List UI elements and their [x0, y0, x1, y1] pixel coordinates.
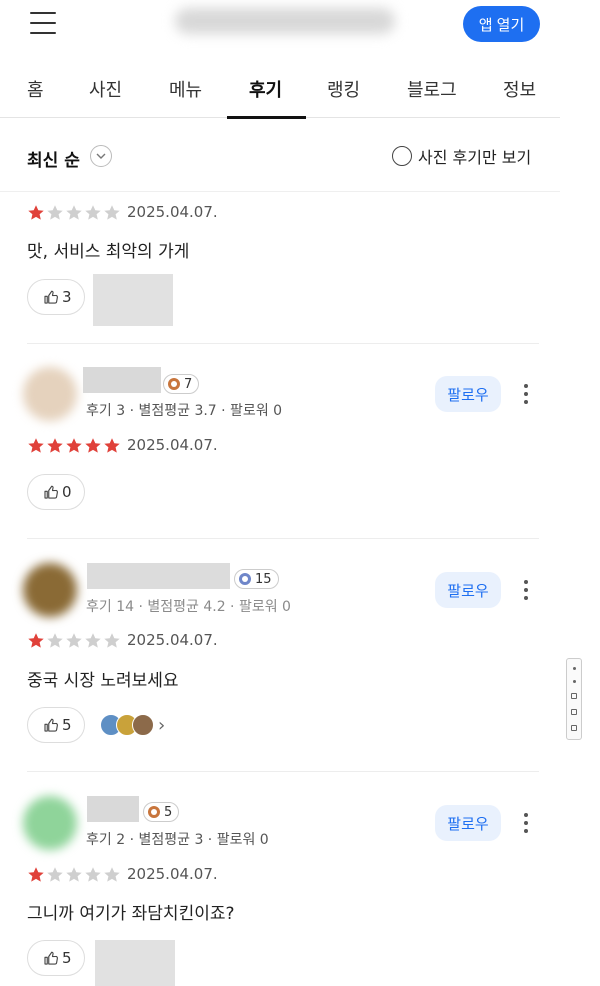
star-empty-icon [66, 205, 82, 220]
photo-only-label: 사진 후기만 보기 [418, 148, 532, 167]
star-empty-icon [66, 867, 82, 882]
star-rating [27, 437, 122, 455]
star-filled-icon [85, 438, 101, 453]
review-text: 중국 시장 노려보세요 [27, 671, 179, 691]
star-empty-icon [85, 867, 101, 882]
tab-home[interactable]: 홈 [27, 76, 44, 102]
thumbs-up-icon [44, 718, 58, 732]
star-empty-icon [104, 633, 120, 648]
level-badge: 15 [234, 569, 279, 589]
star-empty-icon [47, 205, 63, 220]
review-date: 2025.04.07. [127, 436, 218, 454]
level-number: 7 [184, 376, 193, 392]
divider [27, 771, 539, 772]
liker-avatar [132, 714, 154, 736]
tab-bar: 홈 사진 메뉴 후기 랭킹 블로그 정보 [0, 62, 560, 119]
star-filled-icon [104, 438, 120, 453]
star-filled-icon [28, 205, 44, 220]
review-text: 그니까 여기가 좌담치킨이죠? [27, 904, 235, 924]
chevron-down-icon[interactable] [90, 145, 112, 167]
top-app-bar: 앱 열기 [0, 0, 560, 48]
like-count: 0 [62, 483, 72, 501]
follow-button[interactable]: 팔로우 [435, 572, 501, 608]
star-filled-icon [28, 438, 44, 453]
photo-only-toggle[interactable]: 사진 후기만 보기 [392, 145, 531, 167]
sort-label[interactable]: 최신 순 [27, 146, 80, 171]
divider [27, 343, 539, 344]
blurred-username[interactable] [87, 796, 139, 822]
avatar[interactable] [23, 367, 77, 421]
thumbs-up-icon [44, 290, 58, 304]
level-number: 5 [164, 804, 173, 820]
like-count: 5 [62, 716, 72, 734]
review-photo[interactable] [93, 274, 173, 326]
radio-icon[interactable] [392, 146, 412, 166]
star-empty-icon [104, 867, 120, 882]
divider [27, 538, 539, 539]
star-rating [27, 866, 122, 884]
star-empty-icon [47, 867, 63, 882]
review-date: 2025.04.07. [127, 203, 218, 221]
star-rating [27, 204, 122, 222]
tab-info[interactable]: 정보 [503, 76, 536, 102]
tab-reviews[interactable]: 후기 [249, 76, 282, 102]
follow-button[interactable]: 팔로우 [435, 805, 501, 841]
tab-menu[interactable]: 메뉴 [169, 76, 202, 102]
reviewer-stats: 후기 2 · 별점평균 3 · 팔로워 0 [86, 832, 269, 848]
avatar[interactable] [23, 796, 77, 850]
level-number: 15 [255, 571, 272, 587]
review-photo[interactable] [95, 940, 175, 986]
tab-blog[interactable]: 블로그 [407, 76, 457, 102]
open-app-button[interactable]: 앱 열기 [463, 6, 540, 42]
star-empty-icon [104, 205, 120, 220]
active-tab-indicator [227, 116, 306, 119]
star-filled-icon [28, 633, 44, 648]
like-button[interactable]: 5 [27, 940, 85, 976]
chevron-right-icon[interactable]: › [158, 715, 165, 736]
level-badge: 5 [143, 802, 180, 822]
star-empty-icon [85, 205, 101, 220]
thumbs-up-icon [44, 951, 58, 965]
star-empty-icon [66, 633, 82, 648]
avatar[interactable] [23, 563, 77, 617]
menu-icon[interactable] [30, 12, 56, 34]
floating-toolbar[interactable] [566, 658, 582, 740]
sort-bar: 최신 순 사진 후기만 보기 [0, 120, 560, 192]
level-badge: 7 [163, 374, 200, 394]
like-count: 5 [62, 949, 72, 967]
like-count: 3 [62, 288, 72, 306]
tab-photos[interactable]: 사진 [89, 76, 122, 102]
more-options-icon[interactable] [516, 381, 536, 407]
liker-avatars[interactable]: › [100, 714, 165, 736]
review-date: 2025.04.07. [127, 631, 218, 649]
star-filled-icon [66, 438, 82, 453]
follow-button[interactable]: 팔로우 [435, 376, 501, 412]
review-date: 2025.04.07. [127, 865, 218, 883]
more-options-icon[interactable] [516, 577, 536, 603]
star-filled-icon [47, 438, 63, 453]
star-rating [27, 632, 122, 650]
like-button[interactable]: 0 [27, 474, 85, 510]
more-options-icon[interactable] [516, 810, 536, 836]
review-text: 맛, 서비스 최악의 가게 [27, 242, 190, 262]
like-button[interactable]: 5 [27, 707, 85, 743]
level-icon [168, 378, 180, 390]
thumbs-up-icon [44, 485, 58, 499]
blurred-username[interactable] [83, 367, 161, 393]
star-empty-icon [85, 633, 101, 648]
reviewer-stats: 후기 3 · 별점평균 3.7 · 팔로워 0 [86, 403, 283, 419]
blurred-store-name [175, 8, 395, 34]
blurred-username[interactable] [87, 563, 230, 589]
star-empty-icon [47, 633, 63, 648]
level-icon [239, 573, 251, 585]
reviewer-stats: 후기 14 · 별점평균 4.2 · 팔로워 0 [86, 599, 291, 615]
tab-ranking[interactable]: 랭킹 [327, 76, 360, 102]
like-button[interactable]: 3 [27, 279, 85, 315]
star-filled-icon [28, 867, 44, 882]
level-icon [148, 806, 160, 818]
